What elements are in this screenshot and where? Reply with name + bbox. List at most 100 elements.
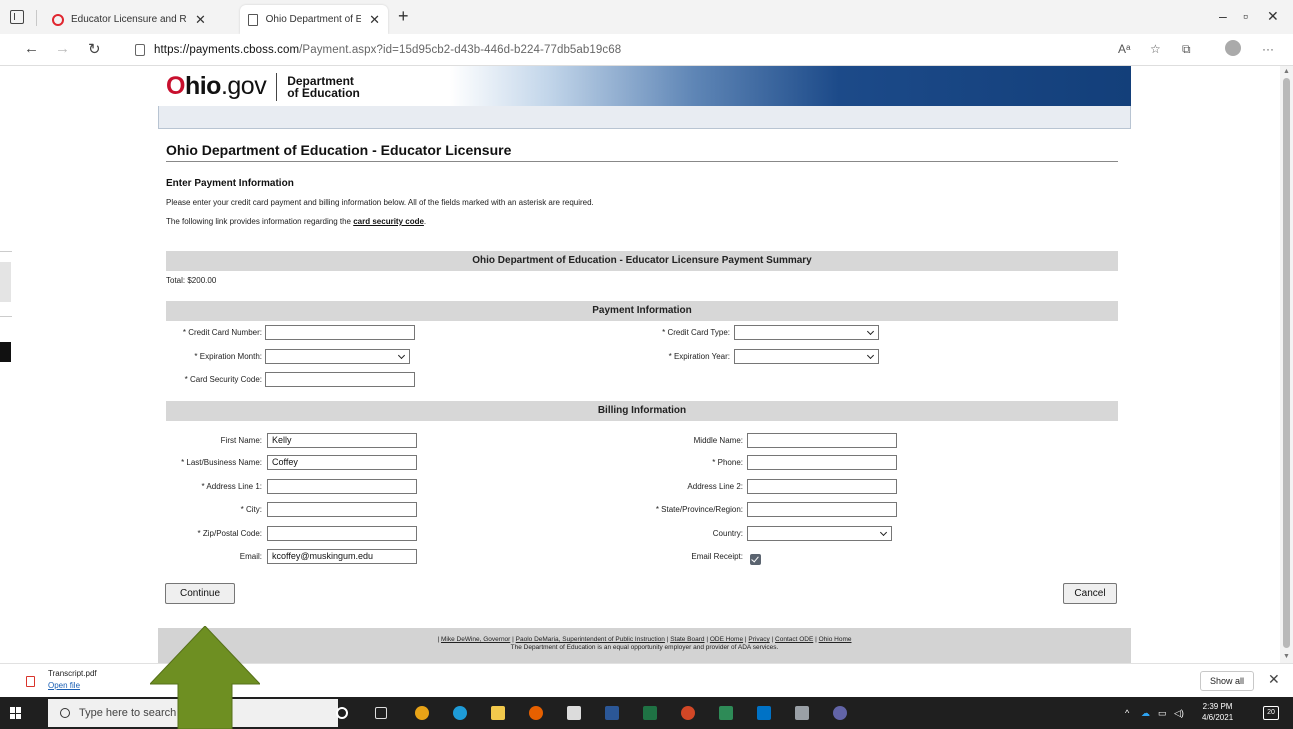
clock-date: 4/6/2021 [1202,713,1234,722]
page-scrollbar[interactable]: ▲ ▼ [1280,66,1293,663]
instructions-text: Please enter your credit card payment an… [166,198,594,207]
expiration-year-select[interactable] [734,349,879,364]
email-input[interactable]: kcoffey@muskingum.edu [267,549,417,564]
window-close-icon[interactable]: ✕ [1267,8,1279,25]
publisher-icon[interactable] [719,706,733,720]
security-code-input[interactable] [265,372,415,387]
file-explorer-icon[interactable] [491,706,505,720]
last-name-label: * Last/Business Name: [181,458,262,467]
refresh-icon[interactable]: ↻ [88,40,101,58]
notification-center-icon[interactable]: 20 [1263,706,1279,720]
footer-link-ode-home[interactable]: ODE Home [710,636,743,643]
close-icon[interactable]: ✕ [369,12,380,28]
tab-actions-icon[interactable] [10,10,24,24]
footer-link-contact[interactable]: Contact ODE [775,636,813,643]
back-icon[interactable]: ← [24,40,39,57]
page-footer: | Mike DeWine, Governor | Paolo DeMaria,… [158,628,1131,663]
address-line1-input[interactable] [267,479,417,494]
network-icon[interactable]: ▭ [1158,708,1167,719]
page-icon [248,13,258,26]
ohio-gov-logo[interactable]: Ohio.gov Department of Education [166,72,360,101]
teams-icon[interactable] [833,706,847,720]
taskbar-clock[interactable]: 2:39 PM 4/6/2021 [1202,701,1233,723]
card-security-code-link[interactable]: card security code [353,217,424,226]
powerpoint-icon[interactable] [681,706,695,720]
edge-artifact [0,262,11,302]
collections-icon[interactable]: ⧉ [1182,42,1191,57]
title-divider [166,161,1118,162]
more-icon[interactable]: ··· [1262,42,1274,56]
address-line2-input[interactable] [747,479,897,494]
country-label: Country: [712,529,743,538]
tab-educator-licensure[interactable]: Educator Licensure and Records ✕ [44,5,214,34]
card-type-label: * Credit Card Type: [662,328,730,337]
photos-icon[interactable] [567,706,581,720]
calculator-icon[interactable] [795,706,809,720]
city-input[interactable] [267,502,417,517]
edge-divider [0,251,12,252]
middle-name-input[interactable] [747,433,897,448]
outlook-icon[interactable] [757,706,771,720]
expiration-month-select[interactable] [265,349,410,364]
excel-icon[interactable] [643,706,657,720]
scroll-up-icon[interactable]: ▲ [1283,68,1290,75]
footer-link-superintendent[interactable]: Paolo DeMaria, Superintendent of Public … [516,636,665,643]
minimize-icon[interactable]: – [1219,8,1227,24]
state-label: * State/Province/Region: [655,505,743,514]
country-select[interactable] [747,526,892,541]
logo-department: Department of Education [287,73,360,100]
close-icon[interactable]: ✕ [195,12,206,28]
site-banner: Ohio.gov Department of Education [158,66,1131,106]
cortana-icon[interactable] [336,707,348,719]
zip-input[interactable] [267,526,417,541]
billing-information-heading: Billing Information [166,401,1118,421]
address-line2-label: Address Line 2: [687,482,743,491]
last-name-input[interactable]: Coffey [267,455,417,470]
onedrive-icon[interactable]: ☁ [1141,708,1150,719]
phone-input[interactable] [747,455,897,470]
footer-link-governor[interactable]: Mike DeWine, Governor [441,636,510,643]
phone-label: * Phone: [712,458,743,467]
show-all-button[interactable]: Show all [1200,671,1254,691]
scroll-down-icon[interactable]: ▼ [1283,653,1290,660]
edge-artifact [0,342,11,362]
scrollbar-thumb[interactable] [1283,78,1290,648]
address-bar[interactable]: https://payments.cboss.com/Payment.aspx?… [135,37,1135,63]
cancel-button[interactable]: Cancel [1063,583,1117,604]
email-receipt-checkbox[interactable] [750,554,761,565]
card-number-input[interactable] [265,325,415,340]
card-type-select[interactable] [734,325,879,340]
footer-link-ohio-home[interactable]: Ohio Home [819,636,852,643]
download-file-name[interactable]: Transcript.pdf [48,669,97,678]
state-input[interactable] [747,502,897,517]
open-file-link[interactable]: Open file [48,681,80,690]
chrome-icon[interactable] [415,706,429,720]
read-aloud-icon[interactable]: Aᵃ [1118,42,1130,56]
lock-icon[interactable] [135,44,145,56]
email-label: Email: [239,552,262,561]
green-arrow-annotation [150,626,260,729]
restore-icon[interactable]: ▫ [1243,8,1248,24]
tab-title: Ohio Department of Education - [265,14,362,25]
section-heading: Enter Payment Information [166,178,294,189]
zip-label: * Zip/Postal Code: [197,529,262,538]
tray-expand-icon[interactable]: ^ [1125,708,1129,718]
tab-ohio-department[interactable]: Ohio Department of Education - ✕ [240,5,388,34]
browser-tab-strip: Educator Licensure and Records ✕ Ohio De… [0,0,1293,34]
footer-link-privacy[interactable]: Privacy [748,636,769,643]
security-code-label: * Card Security Code: [184,375,262,384]
first-name-input[interactable]: Kelly [267,433,417,448]
favorites-icon[interactable]: ☆ [1150,42,1161,56]
payment-total: Total: $200.00 [166,276,217,285]
windows-start-icon[interactable] [10,707,22,719]
volume-icon[interactable]: ◁) [1174,708,1184,719]
new-tab-icon[interactable]: + [398,6,409,27]
edge-icon[interactable] [453,706,467,720]
close-downloads-icon[interactable]: ✕ [1268,671,1280,688]
firefox-icon[interactable] [529,706,543,720]
word-icon[interactable] [605,706,619,720]
footer-link-state-board[interactable]: State Board [670,636,704,643]
task-view-icon[interactable] [375,707,387,719]
continue-button[interactable]: Continue [165,583,235,604]
profile-avatar[interactable] [1225,40,1241,56]
